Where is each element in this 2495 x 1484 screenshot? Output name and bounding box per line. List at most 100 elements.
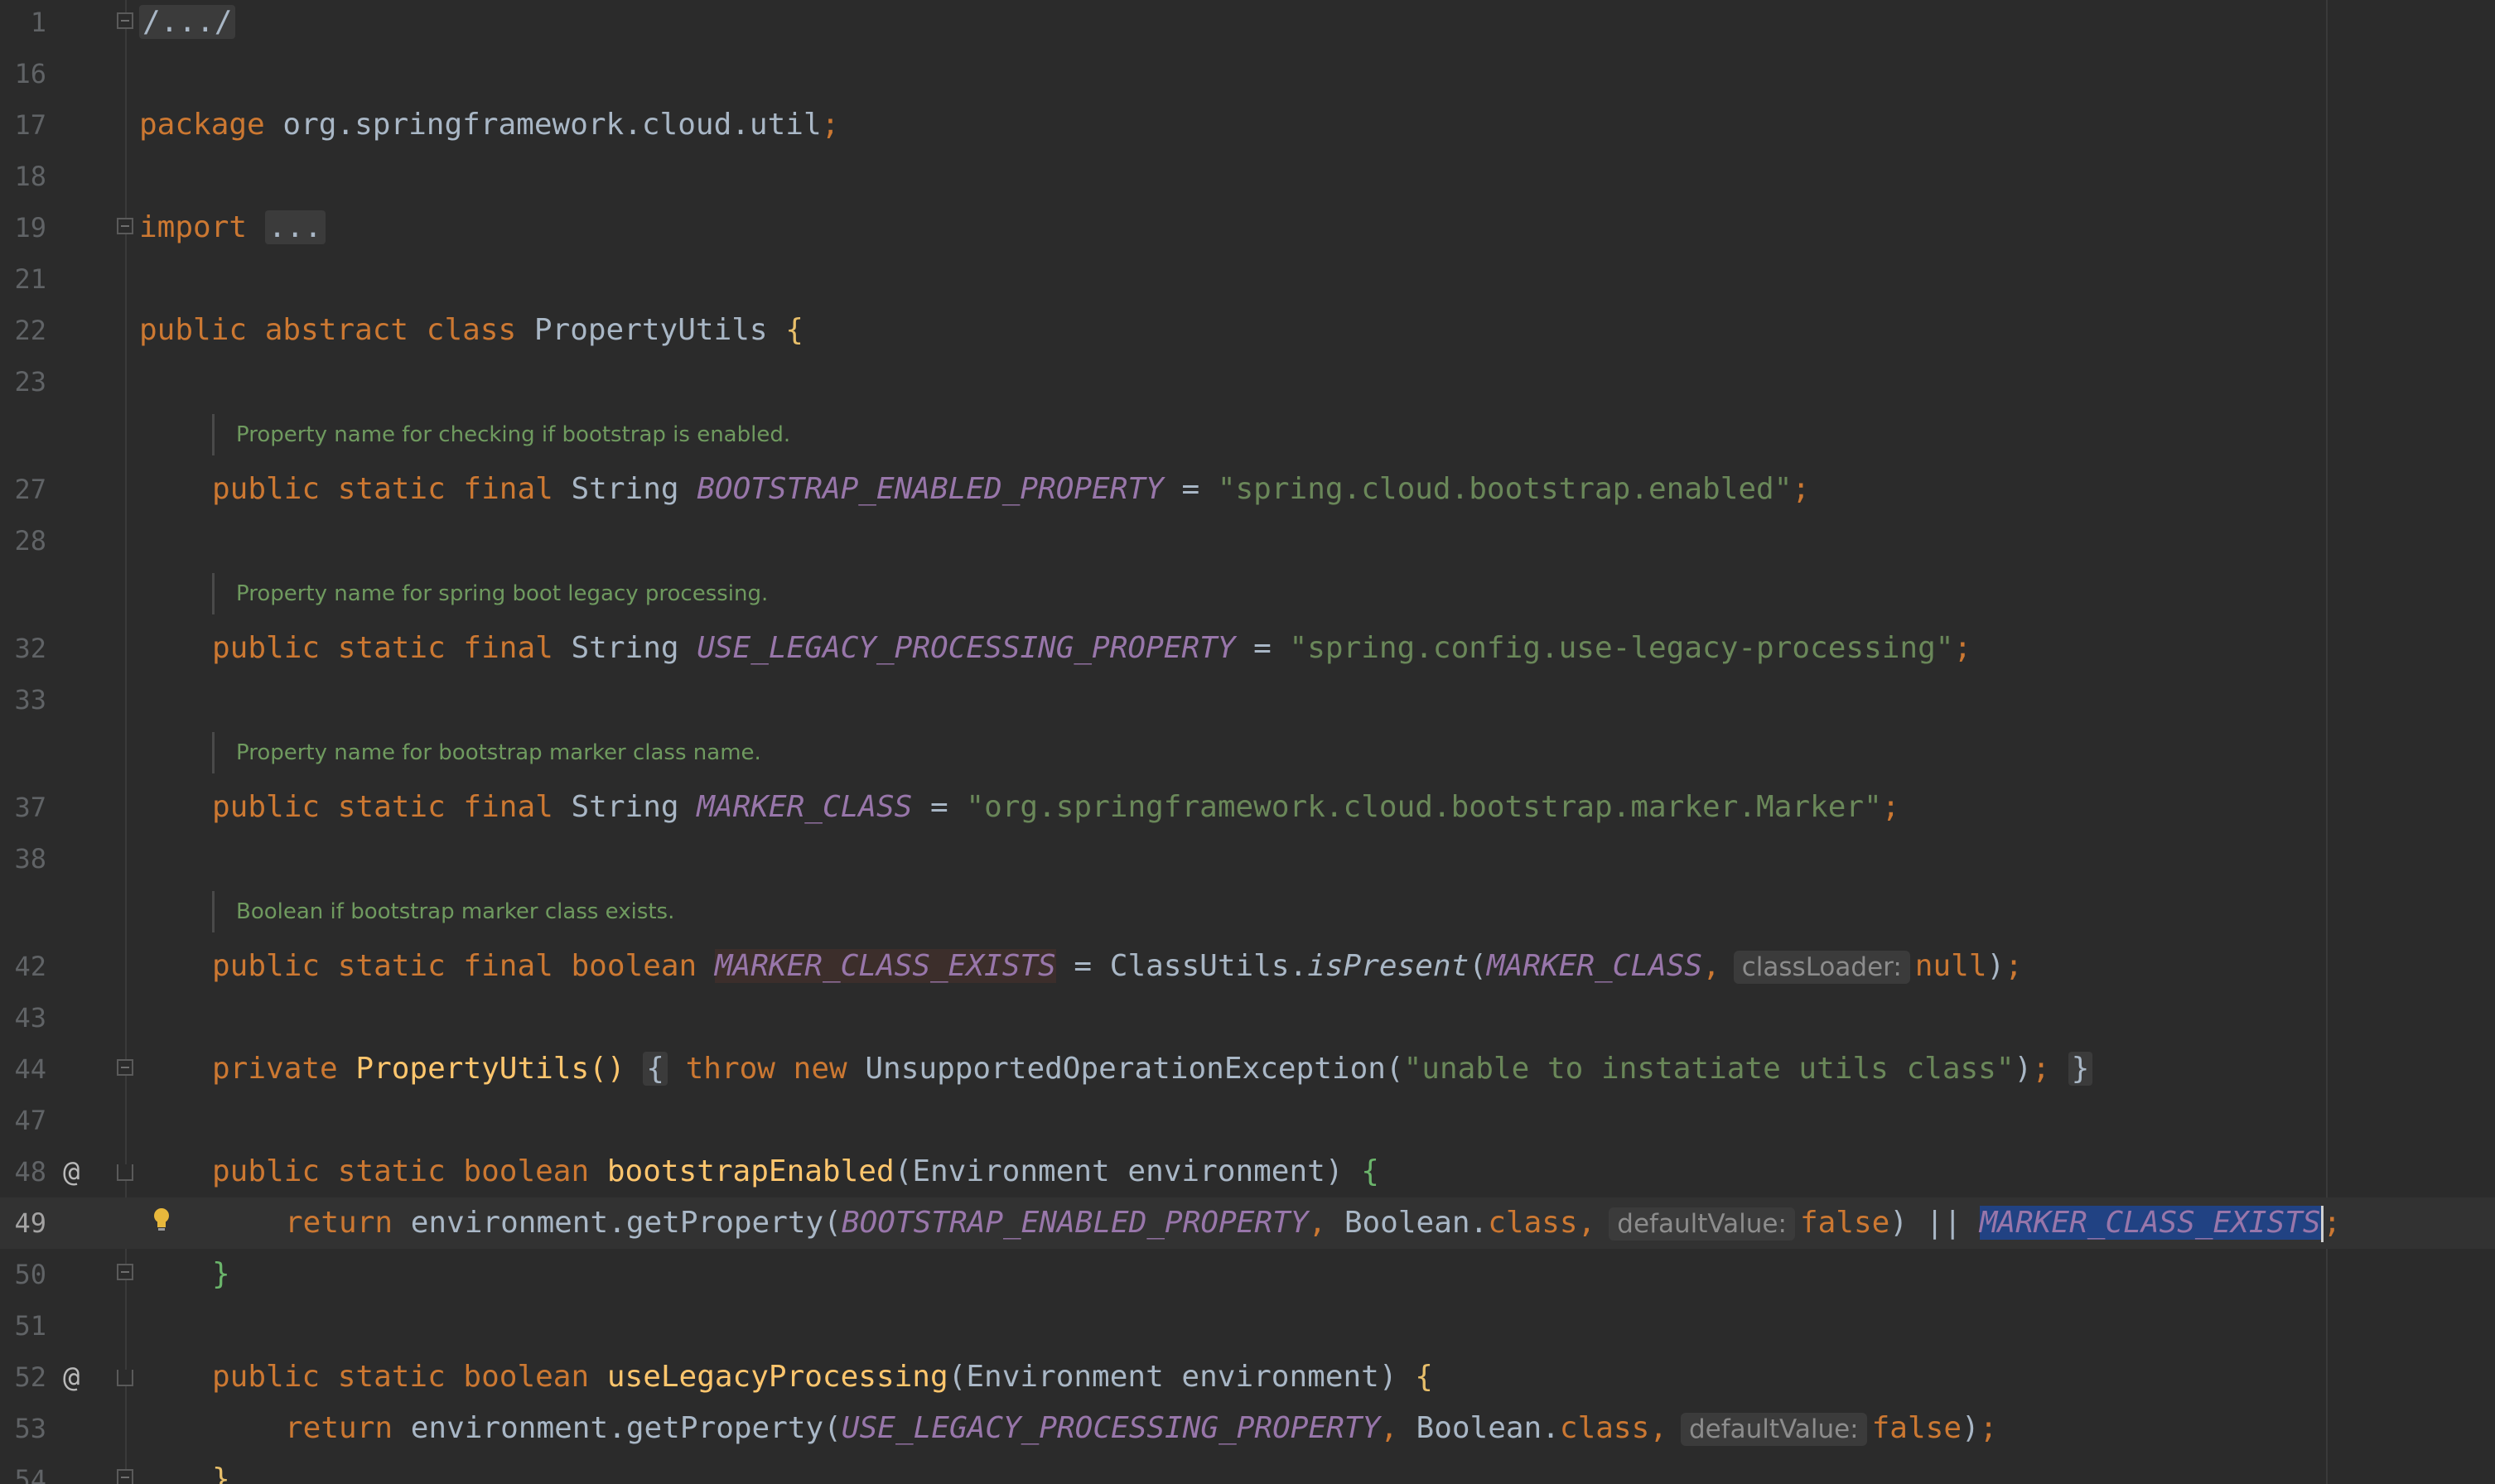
code-editor[interactable]: 1 /.../ 16 17 package org.springframewor… [0,0,2495,1484]
line-number: 38 [14,843,46,874]
code-line-47[interactable]: 47 [0,1095,2495,1146]
code-line-19[interactable]: 19 import ... [0,202,2495,253]
method-call: environment.getProperty [410,1411,824,1445]
type: String [571,790,679,824]
line-number: 44 [14,1053,46,1085]
line-number: 54 [14,1464,46,1484]
method-name: useLegacyProcessing [606,1360,948,1394]
parameter-hint: defaultValue: [1680,1413,1867,1446]
class-ref: UnsupportedOperationException [865,1052,1386,1086]
fold-icon[interactable] [117,1164,133,1181]
operator: = [1074,949,1093,983]
line-number: 23 [14,366,46,398]
code-line-44[interactable]: 44 private PropertyUtils() { throw new U… [0,1043,2495,1095]
type: String [571,472,679,506]
constant-name: MARKER_CLASS_EXISTS [714,949,1056,983]
semicolon: ; [2005,949,2023,983]
type: String [571,631,679,665]
at-icon[interactable]: @ [63,1352,80,1403]
class-ref: ClassUtils. [1109,949,1308,983]
code-line-33[interactable]: 33 [0,674,2495,725]
line-number: 50 [14,1259,46,1290]
keyword: public static final [212,472,553,506]
keyword: public static boolean [212,1360,590,1394]
code-line-43[interactable]: 43 [0,992,2495,1043]
rendered-doc-comment: Property name for checking if bootstrap … [212,414,790,455]
rendered-doc-comment: Boolean if bootstrap marker class exists… [212,891,674,932]
keyword: false [1871,1411,1962,1445]
method-name: bootstrapEnabled [606,1154,895,1188]
keyword: return [285,1411,393,1445]
string-literal: "spring.cloud.bootstrap.enabled" [1217,472,1793,506]
semicolon: ; [1979,1411,1998,1445]
brace: { [1415,1360,1433,1394]
fold-icon[interactable] [117,218,133,234]
semicolon: ; [1881,790,1900,824]
code-line-42[interactable]: 42 public static final boolean MARKER_CL… [0,941,2495,992]
operator: || [1925,1206,1962,1240]
semicolon: ; [2032,1052,2050,1086]
code-line-54[interactable]: 54 } [0,1454,2495,1484]
operator: = [1253,631,1272,665]
code-line-38[interactable]: 38 [0,833,2495,884]
code-line-50[interactable]: 50 } [0,1249,2495,1300]
keyword: private [212,1052,338,1086]
keyword: import [139,210,248,244]
at-icon[interactable]: @ [63,1146,80,1197]
selected-constant[interactable]: MARKER_CLASS_EXISTS [1979,1206,2321,1240]
code-line-18[interactable]: 18 [0,151,2495,202]
code-line-27[interactable]: 27 public static final String BOOTSTRAP_… [0,464,2495,515]
line-number: 28 [14,525,46,556]
keyword: package [139,108,265,142]
fold-icon[interactable] [117,12,133,29]
code-line-48[interactable]: 48 @ public static boolean bootstrapEnab… [0,1146,2495,1197]
parens: () [589,1052,625,1086]
folded-imports[interactable]: ... [264,210,326,244]
brace: } [212,1257,230,1291]
class-ref: Boolean. [1344,1206,1489,1240]
code-line-16[interactable]: 16 [0,48,2495,99]
line-number: 33 [14,684,46,716]
code-line-21[interactable]: 21 [0,253,2495,305]
keyword: null [1914,949,1987,983]
line-number: 42 [14,951,46,982]
code-line-22[interactable]: 22 public abstract class PropertyUtils { [0,305,2495,356]
code-line-32[interactable]: 32 public static final String USE_LEGACY… [0,623,2495,674]
fold-icon[interactable] [117,1059,133,1076]
code-line-49[interactable]: 49 return environment.getProperty(BOOTST… [0,1197,2495,1249]
brace: } [212,1462,230,1484]
code-line-1[interactable]: 1 /.../ [0,0,2495,48]
line-number: 21 [14,263,46,295]
semicolon: ; [2323,1206,2342,1240]
keyword: return [285,1206,393,1240]
keyword: public abstract class [139,313,517,347]
method-name: PropertyUtils [355,1052,590,1086]
code-line-53[interactable]: 53 return environment.getProperty(USE_LE… [0,1403,2495,1454]
line-number: 16 [14,58,46,89]
constant-name: MARKER_CLASS [697,790,913,824]
method-call: environment.getProperty [410,1206,824,1240]
brace: { [785,313,804,347]
constant-ref: BOOTSTRAP_ENABLED_PROPERTY [841,1206,1309,1240]
code-line-37[interactable]: 37 public static final String MARKER_CLA… [0,782,2495,833]
folded-brace[interactable]: { [643,1052,668,1086]
bulb-icon[interactable] [152,1207,171,1232]
keyword: class [1488,1206,1578,1240]
fold-icon[interactable] [117,1370,133,1386]
keyword: public static final [212,631,553,665]
folded-license-header[interactable]: /.../ [139,5,236,39]
string-literal: "unable to instatiate utils class" [1403,1052,2015,1086]
string-literal: "org.springframework.cloud.bootstrap.mar… [966,790,1882,824]
line-number: 51 [14,1310,46,1342]
code-line-51[interactable]: 51 [0,1300,2495,1352]
fold-icon[interactable] [117,1264,133,1280]
code-line-28[interactable]: 28 [0,515,2495,566]
semicolon: ; [1792,472,1811,506]
constant-ref: USE_LEGACY_PROCESSING_PROPERTY [841,1411,1381,1445]
code-line-52[interactable]: 52 @ public static boolean useLegacyProc… [0,1352,2495,1403]
code-line-17[interactable]: 17 package org.springframework.cloud.uti… [0,99,2495,151]
folded-brace[interactable]: } [2068,1052,2093,1086]
code-line-23[interactable]: 23 [0,356,2495,407]
fold-icon[interactable] [117,1469,133,1484]
keyword: public static boolean [212,1154,590,1188]
